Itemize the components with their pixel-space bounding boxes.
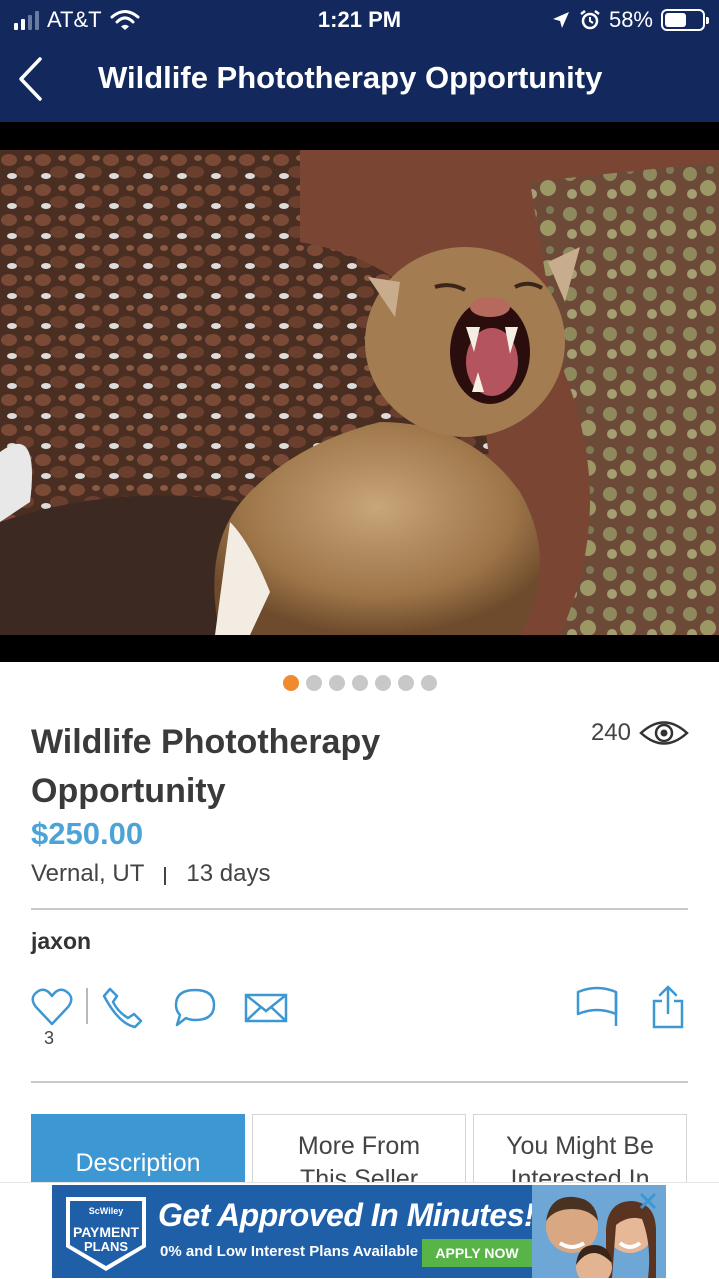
ad-logo-line2: PLANS — [84, 1239, 128, 1254]
location-arrow-icon — [552, 12, 569, 28]
ad-subtext: 0% and Low Interest Plans Available — [160, 1243, 419, 1260]
back-button[interactable] — [10, 54, 50, 104]
listing-title: Wildlife Phototherapy Opportunity — [31, 723, 381, 810]
tab-description-label: Description — [75, 1149, 201, 1177]
flag-icon — [576, 986, 618, 1026]
action-separator — [86, 988, 88, 1024]
report-button[interactable] — [574, 985, 620, 1029]
cougar-photo — [0, 122, 719, 662]
gallery-pager[interactable] — [0, 675, 719, 691]
chat-button[interactable] — [172, 985, 218, 1031]
ad-headline: Get Approved In Minutes! — [158, 1197, 535, 1233]
chevron-left-icon — [19, 57, 42, 101]
listing-meta: Vernal, UT 13 days — [31, 860, 270, 888]
close-icon — [639, 1192, 657, 1210]
gallery-dot[interactable] — [282, 675, 299, 691]
ad-close-button[interactable] — [636, 1189, 660, 1213]
share-icon — [652, 985, 684, 1029]
status-bar: AT&T 1:21 PM 58% — [0, 0, 719, 40]
gallery-dot[interactable] — [351, 675, 368, 691]
divider — [31, 908, 688, 910]
gallery-dot[interactable] — [374, 675, 391, 691]
meta-separator — [164, 867, 167, 885]
ad-container: ScWiley PAYMENT PLANS Get Approved In Mi… — [0, 1182, 719, 1279]
favorite-button[interactable] — [30, 985, 74, 1029]
ad-logo-line1: PAYMENT — [73, 1224, 140, 1240]
alarm-icon — [580, 10, 600, 30]
seller-name[interactable]: jaxon — [31, 928, 91, 955]
heart-icon — [31, 988, 73, 1026]
listing-photo[interactable] — [0, 122, 719, 662]
divider — [31, 1081, 688, 1083]
gallery-dot[interactable] — [420, 675, 437, 691]
battery-percent: 58% — [608, 7, 653, 32]
view-count: 240 — [591, 718, 689, 748]
share-button[interactable] — [646, 985, 690, 1029]
gallery-dot[interactable] — [328, 675, 345, 691]
view-count-value: 240 — [590, 719, 631, 746]
status-right: 58% — [551, 7, 709, 33]
call-button[interactable] — [100, 985, 146, 1031]
gallery-dot[interactable] — [305, 675, 322, 691]
ad-logo-top: ScWiley — [89, 1206, 123, 1216]
listing-age: 13 days — [186, 860, 271, 887]
gallery-dot[interactable] — [397, 675, 414, 691]
ad-banner[interactable]: ScWiley PAYMENT PLANS Get Approved In Mi… — [52, 1185, 666, 1278]
battery-icon — [661, 9, 709, 31]
chat-icon — [174, 988, 216, 1027]
nav-bar: Wildlife Phototherapy Opportunity — [0, 40, 719, 122]
battery-fill — [665, 13, 686, 27]
phone-icon — [102, 987, 143, 1029]
listing-location: Vernal, UT — [31, 860, 145, 887]
mail-icon — [244, 993, 288, 1023]
ad-apply-button[interactable]: APPLY NOW — [422, 1239, 532, 1267]
listing-price: $250.00 — [31, 816, 144, 851]
eye-icon — [639, 721, 689, 745]
favorite-count: 3 — [44, 1028, 55, 1048]
email-button[interactable] — [243, 988, 289, 1028]
nav-title: Wildlife Phototherapy Opportunity — [98, 60, 603, 95]
payment-plans-logo: ScWiley PAYMENT PLANS — [66, 1197, 146, 1271]
